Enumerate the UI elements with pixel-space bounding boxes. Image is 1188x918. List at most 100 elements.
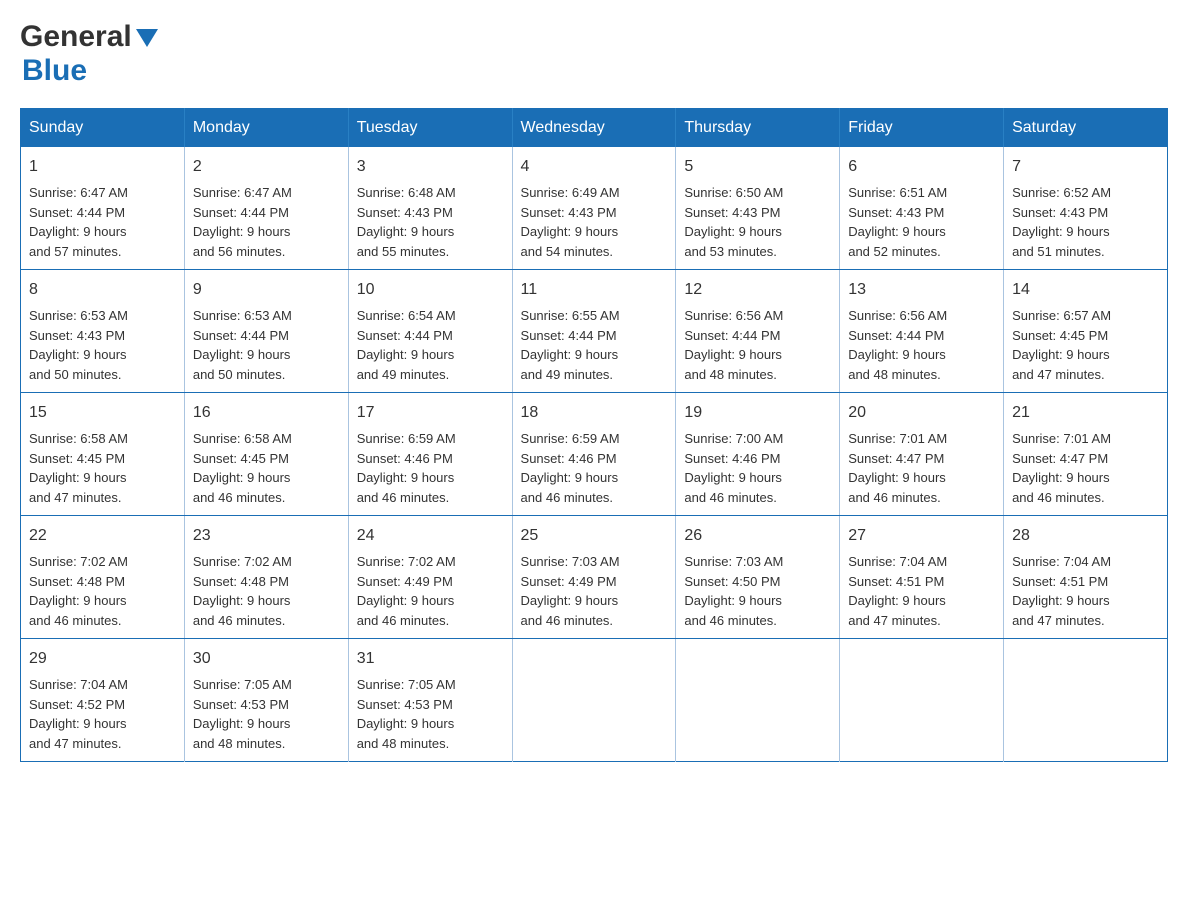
day-info: Sunrise: 6:51 AMSunset: 4:43 PMDaylight:… xyxy=(848,185,947,259)
day-number: 20 xyxy=(848,401,995,425)
day-number: 21 xyxy=(1012,401,1159,425)
day-info: Sunrise: 6:54 AMSunset: 4:44 PMDaylight:… xyxy=(357,308,456,382)
day-info: Sunrise: 6:58 AMSunset: 4:45 PMDaylight:… xyxy=(29,431,128,505)
calendar-cell xyxy=(1004,639,1168,762)
calendar-cell: 2Sunrise: 6:47 AMSunset: 4:44 PMDaylight… xyxy=(184,147,348,270)
calendar-cell: 7Sunrise: 6:52 AMSunset: 4:43 PMDaylight… xyxy=(1004,147,1168,270)
calendar-cell: 8 Sunrise: 6:53 AMSunset: 4:43 PMDaylight… xyxy=(21,270,185,393)
day-number: 12 xyxy=(684,278,831,302)
day-number: 23 xyxy=(193,524,340,548)
calendar-cell: 19Sunrise: 7:00 AMSunset: 4:46 PMDayligh… xyxy=(676,393,840,516)
calendar-cell: 31 Sunrise: 7:05 AMSunset: 4:53 PMDayligh… xyxy=(348,639,512,762)
calendar-cell: 17 Sunrise: 6:59 AMSunset: 4:46 PMDayligh… xyxy=(348,393,512,516)
calendar-cell: 4Sunrise: 6:49 AMSunset: 4:43 PMDaylight… xyxy=(512,147,676,270)
day-info: Sunrise: 6:59 AMSunset: 4:46 PMDaylight:… xyxy=(521,431,620,505)
day-number: 27 xyxy=(848,524,995,548)
calendar-cell: 12 Sunrise: 6:56 AMSunset: 4:44 PMDayligh… xyxy=(676,270,840,393)
calendar-cell: 10 Sunrise: 6:54 AMSunset: 4:44 PMDayligh… xyxy=(348,270,512,393)
calendar-header-row: SundayMondayTuesdayWednesdayThursdayFrid… xyxy=(21,109,1168,148)
logo-blue-text: Blue xyxy=(22,54,87,87)
day-info: Sunrise: 7:04 AMSunset: 4:51 PMDaylight:… xyxy=(1012,554,1111,628)
day-number: 26 xyxy=(684,524,831,548)
calendar-cell: 30Sunrise: 7:05 AMSunset: 4:53 PMDayligh… xyxy=(184,639,348,762)
calendar-cell: 13 Sunrise: 6:56 AMSunset: 4:44 PMDayligh… xyxy=(840,270,1004,393)
day-info: Sunrise: 7:02 AMSunset: 4:48 PMDaylight:… xyxy=(193,554,292,628)
calendar-cell xyxy=(512,639,676,762)
logo-triangle-icon xyxy=(134,25,160,51)
calendar-cell: 6 Sunrise: 6:51 AMSunset: 4:43 PMDaylight… xyxy=(840,147,1004,270)
calendar-cell: 23 Sunrise: 7:02 AMSunset: 4:48 PMDayligh… xyxy=(184,516,348,639)
calendar-cell: 5 Sunrise: 6:50 AMSunset: 4:43 PMDaylight… xyxy=(676,147,840,270)
day-number: 22 xyxy=(29,524,176,548)
day-info: Sunrise: 6:49 AMSunset: 4:43 PMDaylight:… xyxy=(521,185,620,259)
day-info: Sunrise: 6:47 AMSunset: 4:44 PMDaylight:… xyxy=(193,185,292,259)
calendar-cell: 24 Sunrise: 7:02 AMSunset: 4:49 PMDayligh… xyxy=(348,516,512,639)
day-info: Sunrise: 7:02 AMSunset: 4:49 PMDaylight:… xyxy=(357,554,456,628)
calendar-cell: 15 Sunrise: 6:58 AMSunset: 4:45 PMDayligh… xyxy=(21,393,185,516)
weekday-header-wednesday: Wednesday xyxy=(512,109,676,148)
day-info: Sunrise: 6:56 AMSunset: 4:44 PMDaylight:… xyxy=(684,308,783,382)
calendar-cell: 21 Sunrise: 7:01 AMSunset: 4:47 PMDayligh… xyxy=(1004,393,1168,516)
calendar-cell: 26 Sunrise: 7:03 AMSunset: 4:50 PMDayligh… xyxy=(676,516,840,639)
day-info: Sunrise: 6:59 AMSunset: 4:46 PMDaylight:… xyxy=(357,431,456,505)
day-number: 1 xyxy=(29,155,176,179)
logo-general-text: General xyxy=(20,20,132,54)
day-info: Sunrise: 7:01 AMSunset: 4:47 PMDaylight:… xyxy=(848,431,947,505)
weekday-header-sunday: Sunday xyxy=(21,109,185,148)
day-info: Sunrise: 6:57 AMSunset: 4:45 PMDaylight:… xyxy=(1012,308,1111,382)
day-info: Sunrise: 7:03 AMSunset: 4:50 PMDaylight:… xyxy=(684,554,783,628)
weekday-header-saturday: Saturday xyxy=(1004,109,1168,148)
weekday-header-friday: Friday xyxy=(840,109,1004,148)
day-number: 19 xyxy=(684,401,831,425)
day-info: Sunrise: 6:50 AMSunset: 4:43 PMDaylight:… xyxy=(684,185,783,259)
weekday-header-tuesday: Tuesday xyxy=(348,109,512,148)
day-info: Sunrise: 6:58 AMSunset: 4:45 PMDaylight:… xyxy=(193,431,292,505)
calendar-cell: 22Sunrise: 7:02 AMSunset: 4:48 PMDayligh… xyxy=(21,516,185,639)
day-number: 24 xyxy=(357,524,504,548)
day-info: Sunrise: 6:55 AMSunset: 4:44 PMDaylight:… xyxy=(521,308,620,382)
day-info: Sunrise: 6:53 AMSunset: 4:44 PMDaylight:… xyxy=(193,308,292,382)
day-info: Sunrise: 6:48 AMSunset: 4:43 PMDaylight:… xyxy=(357,185,456,259)
day-number: 5 xyxy=(684,155,831,179)
calendar-week-row: 22 Sunrise: 7:02 AMSunset: 4:48 PMDayligh… xyxy=(21,516,1168,639)
calendar-cell: 20 Sunrise: 7:01 AMSunset: 4:47 PMDayligh… xyxy=(840,393,1004,516)
day-number: 6 xyxy=(848,155,995,179)
day-number: 28 xyxy=(1012,524,1159,548)
day-number: 13 xyxy=(848,278,995,302)
calendar-table: SundayMondayTuesdayWednesdayThursdayFrid… xyxy=(20,108,1168,762)
calendar-cell: 11 Sunrise: 6:55 AMSunset: 4:44 PMDayligh… xyxy=(512,270,676,393)
calendar-week-row: 1 Sunrise: 6:47 AMSunset: 4:44 PMDaylight… xyxy=(21,147,1168,270)
calendar-cell xyxy=(840,639,1004,762)
calendar-week-row: 15 Sunrise: 6:58 AMSunset: 4:45 PMDayligh… xyxy=(21,393,1168,516)
day-info: Sunrise: 6:47 AMSunset: 4:44 PMDaylight:… xyxy=(29,185,128,259)
logo: General Blue xyxy=(20,20,160,88)
day-info: Sunrise: 6:52 AMSunset: 4:43 PMDaylight:… xyxy=(1012,185,1111,259)
day-info: Sunrise: 7:05 AMSunset: 4:53 PMDaylight:… xyxy=(357,677,456,751)
calendar-cell: 25 Sunrise: 7:03 AMSunset: 4:49 PMDayligh… xyxy=(512,516,676,639)
calendar-cell xyxy=(676,639,840,762)
day-info: Sunrise: 7:05 AMSunset: 4:53 PMDaylight:… xyxy=(193,677,292,751)
day-number: 15 xyxy=(29,401,176,425)
calendar-cell: 29Sunrise: 7:04 AMSunset: 4:52 PMDayligh… xyxy=(21,639,185,762)
day-number: 9 xyxy=(193,278,340,302)
day-number: 14 xyxy=(1012,278,1159,302)
calendar-cell: 16Sunrise: 6:58 AMSunset: 4:45 PMDayligh… xyxy=(184,393,348,516)
calendar-cell: 9 Sunrise: 6:53 AMSunset: 4:44 PMDaylight… xyxy=(184,270,348,393)
day-number: 31 xyxy=(357,647,504,671)
day-number: 18 xyxy=(521,401,668,425)
day-info: Sunrise: 7:03 AMSunset: 4:49 PMDaylight:… xyxy=(521,554,620,628)
day-number: 10 xyxy=(357,278,504,302)
day-info: Sunrise: 6:53 AMSunset: 4:43 PMDaylight:… xyxy=(29,308,128,382)
day-info: Sunrise: 7:01 AMSunset: 4:47 PMDaylight:… xyxy=(1012,431,1111,505)
day-number: 11 xyxy=(521,278,668,302)
calendar-cell: 1 Sunrise: 6:47 AMSunset: 4:44 PMDaylight… xyxy=(21,147,185,270)
day-number: 25 xyxy=(521,524,668,548)
calendar-week-row: 29Sunrise: 7:04 AMSunset: 4:52 PMDayligh… xyxy=(21,639,1168,762)
day-info: Sunrise: 7:04 AMSunset: 4:51 PMDaylight:… xyxy=(848,554,947,628)
weekday-header-thursday: Thursday xyxy=(676,109,840,148)
day-info: Sunrise: 7:04 AMSunset: 4:52 PMDaylight:… xyxy=(29,677,128,751)
day-info: Sunrise: 6:56 AMSunset: 4:44 PMDaylight:… xyxy=(848,308,947,382)
day-number: 8 xyxy=(29,278,176,302)
day-number: 17 xyxy=(357,401,504,425)
day-number: 3 xyxy=(357,155,504,179)
